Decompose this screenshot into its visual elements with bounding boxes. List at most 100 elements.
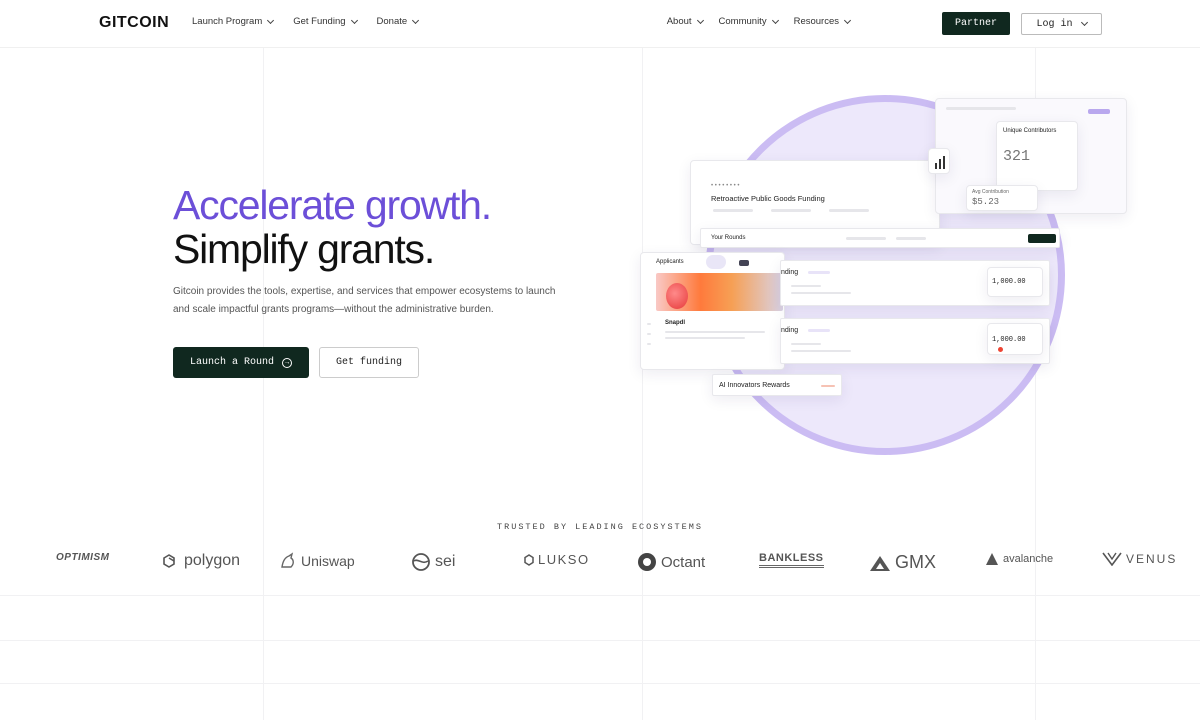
placeholder-bar [846, 237, 886, 240]
project-name: Snapdl [665, 320, 686, 326]
applicants-label: Applicants [656, 259, 684, 265]
brand-label: GMX [895, 552, 937, 572]
nav-right: About Community Resources [666, 16, 852, 27]
brand-polygon: polygon [162, 552, 240, 570]
brand-label: VENUS [1126, 552, 1178, 566]
chevron-down-icon [412, 16, 420, 24]
partner-button[interactable]: Partner [942, 12, 1010, 35]
login-label: Log in [1036, 18, 1073, 30]
nav-label: Resources [793, 16, 839, 27]
your-rounds-label: Your Rounds [711, 235, 746, 241]
brand-label: OPTIMISM [56, 552, 110, 563]
funding-row-label: nding [781, 327, 799, 334]
placeholder-bar [896, 237, 926, 240]
nav-label: Get Funding [293, 16, 346, 27]
placeholder-bar [665, 331, 765, 333]
placeholder-bar [647, 323, 651, 325]
hero-headline-main: Simplify grants. [173, 226, 435, 272]
toggle-pill [706, 255, 726, 269]
brand-lukso: LUKSO [524, 552, 590, 567]
your-rounds-strip: Your Rounds [700, 228, 1060, 248]
placeholder-bar [791, 285, 821, 287]
brand-sei: sei [411, 552, 455, 572]
funding-row-label: nding [781, 269, 799, 276]
placeholder-bar [791, 292, 851, 294]
nav-community[interactable]: Community [718, 16, 779, 27]
site-header: GITCOIN Launch Program Get Funding Donat… [0, 0, 1200, 48]
avg-contribution-value: $5.23 [972, 197, 1000, 207]
placeholder-bar [821, 385, 835, 387]
trusted-heading: TRUSTED BY LEADING ECOSYSTEMS [497, 522, 703, 532]
nav-label: Donate [376, 16, 408, 27]
placeholder-bar [713, 209, 753, 212]
venus-icon [1102, 552, 1122, 566]
brand-label: sei [435, 553, 456, 570]
chevron-down-icon [350, 16, 358, 24]
launch-round-label: Launch a Round [189, 357, 274, 368]
lukso-icon [524, 553, 534, 566]
applicants-panel: Applicants Snapdl [640, 252, 785, 370]
brand-logos-row: :i OPTIMISM polygon Uniswap sei LUKSO Oc… [0, 552, 1200, 574]
brand-venus: VENUS [1102, 552, 1177, 566]
nav-donate[interactable]: Donate [376, 16, 420, 27]
hero-description: Gitcoin provides the tools, expertise, a… [173, 286, 556, 315]
amount-value: 1,000.00 [992, 278, 1026, 286]
placeholder-bar [771, 209, 811, 212]
brand-uniswap: Uniswap [279, 552, 355, 570]
project-avatar [666, 283, 688, 309]
chart-icon-card [928, 148, 950, 174]
bar-chart-icon [935, 156, 945, 169]
round-card-title: Retroactive Public Goods Funding [711, 194, 825, 203]
funding-row-2: nding 1,000.00 [780, 318, 1050, 364]
brand-avalanche: avalanche [985, 552, 1053, 566]
chevron-down-icon [843, 16, 852, 24]
amount-card: 1,000.00 [987, 267, 1043, 297]
login-button[interactable]: Log in [1021, 13, 1102, 35]
brand-label: Uniswap [301, 553, 355, 569]
nav-get-funding[interactable]: Get Funding [293, 16, 358, 27]
hero-headline-accent: Accelerate growth. [173, 182, 492, 228]
brand-optimism: OPTIMISM [56, 552, 109, 563]
get-funding-button[interactable]: Get funding [319, 347, 419, 378]
brand-label: polygon [184, 552, 241, 569]
launch-round-button[interactable]: Launch a Round → [173, 347, 309, 378]
octant-icon [637, 552, 657, 572]
nav-label: About [666, 16, 692, 27]
nav-about[interactable]: About [666, 16, 704, 27]
gmx-icon [869, 554, 891, 572]
ai-innovators-label: AI Innovators Rewards [719, 382, 790, 389]
stats-card: Unique Contributors 321 Avg Contribution… [935, 98, 1127, 214]
sei-icon [411, 552, 431, 572]
brand-label: LUKSO [538, 552, 590, 567]
brand-gmx: GMX [869, 552, 936, 573]
funding-row-1: nding 1,000.00 [780, 260, 1050, 306]
round-card-breadcrumb: • • • • • • • • [711, 183, 740, 189]
avg-contribution-label: Avg Contribution [972, 189, 1009, 195]
amount-card: 1,000.00 [987, 323, 1043, 355]
brand-label: avalanche [1003, 553, 1054, 565]
unique-contributors-value: 321 [1003, 148, 1031, 165]
ai-innovators-row: AI Innovators Rewards [712, 374, 842, 396]
placeholder-bar [665, 337, 745, 339]
nav-launch-program[interactable]: Launch Program [192, 16, 275, 27]
placeholder-bar [808, 271, 830, 274]
stats-pill [1088, 109, 1110, 114]
chevron-down-icon [1080, 18, 1088, 27]
nav-resources[interactable]: Resources [793, 16, 852, 27]
gitcoin-logo[interactable]: GITCOIN [99, 14, 169, 32]
placeholder-bar [791, 350, 851, 352]
nav-left: Launch Program Get Funding Donate [192, 16, 420, 27]
chevron-down-icon [771, 16, 779, 24]
chevron-down-icon [267, 16, 275, 24]
create-round-pill [1028, 234, 1056, 243]
nav-label: Community [718, 16, 767, 27]
unicorn-icon [279, 552, 297, 570]
avg-contribution-card: Avg Contribution $5.23 [966, 185, 1038, 211]
placeholder-bar [647, 333, 651, 335]
brand-label: BANKLESS [759, 552, 824, 564]
amount-value: 1,000.00 [992, 336, 1026, 344]
arrow-circle-icon: → [282, 357, 292, 368]
applicants-pill [739, 260, 749, 266]
placeholder-bar [647, 343, 651, 345]
brand-label: Octant [661, 553, 706, 571]
